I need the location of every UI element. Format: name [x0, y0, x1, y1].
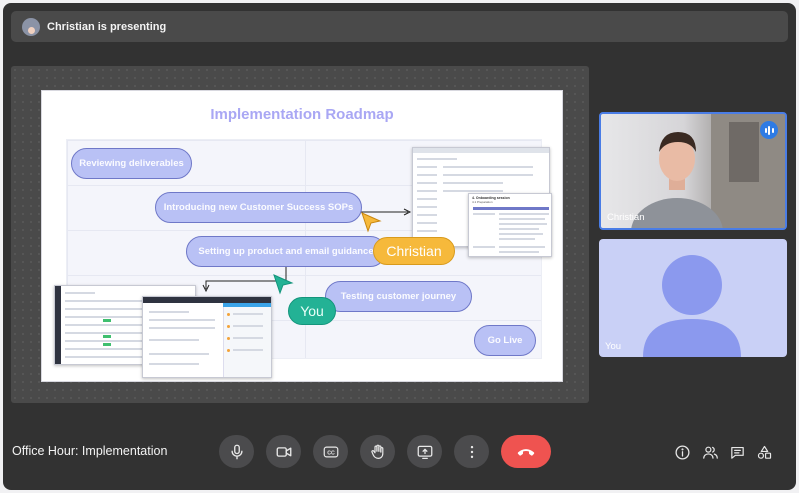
step-product-email-guidance: Setting up product and email guidance: [186, 236, 386, 267]
activities-button[interactable]: [755, 443, 773, 461]
christian-cursor-icon: [361, 212, 382, 233]
info-icon: [674, 444, 690, 460]
people-icon: [702, 446, 718, 459]
step-reviewing-deliverables: Reviewing deliverables: [71, 148, 192, 179]
participant-name: Christian: [607, 212, 645, 223]
more-options-button[interactable]: [454, 435, 489, 468]
you-cursor-label: You: [288, 297, 336, 325]
share-screen-button[interactable]: [407, 435, 442, 468]
meeting-title: Office Hour: Implementation: [12, 444, 168, 458]
shared-screen: Implementation Roadmap 4. Onboarding ses…: [11, 66, 589, 403]
you-cursor-icon: [273, 274, 294, 295]
share-screen-icon: [417, 445, 432, 459]
speaking-indicator-icon: [760, 121, 778, 139]
participant-tile-christian[interactable]: Christian: [599, 112, 787, 230]
chat-icon: [730, 446, 744, 459]
hand-icon: [370, 444, 383, 459]
participant-name: You: [605, 341, 622, 352]
shapes-icon: [757, 445, 771, 459]
captions-icon: CC: [323, 446, 338, 457]
hang-up-icon: [517, 448, 535, 456]
step-go-live: Go Live: [474, 325, 536, 356]
christian-cursor-label: Christian: [373, 237, 455, 265]
presenter-avatar: [22, 17, 40, 36]
participants-button[interactable]: [701, 443, 719, 461]
step-customer-success-sops: Introducing new Customer Success SOPs: [155, 192, 362, 223]
presenting-banner: Christian is presenting: [11, 11, 788, 42]
app-sequence-screenshot: [142, 296, 272, 378]
meeting-window: Christian is presenting Implementation R…: [3, 3, 796, 490]
doc-subheading: 4.1 Preparation: [472, 200, 493, 204]
captions-button[interactable]: CC: [313, 435, 348, 468]
camera-button[interactable]: [266, 435, 301, 468]
raise-hand-button[interactable]: [360, 435, 395, 468]
chat-button[interactable]: [728, 443, 746, 461]
microphone-icon: [230, 444, 243, 459]
svg-text:CC: CC: [327, 450, 335, 456]
avatar-placeholder-icon: [643, 255, 741, 357]
christian-video: [631, 114, 785, 228]
leave-call-button[interactable]: [501, 435, 551, 468]
step-testing-customer-journey: Testing customer journey: [325, 281, 472, 312]
more-vertical-icon: [470, 445, 473, 458]
slide-title: Implementation Roadmap: [210, 106, 394, 123]
microphone-button[interactable]: [219, 435, 254, 468]
camera-icon: [276, 446, 291, 457]
presenting-text: Christian is presenting: [47, 20, 167, 33]
info-button[interactable]: [673, 443, 691, 461]
onboarding-doc-screenshot: 4. Onboarding session 4.1 Preparation: [468, 193, 552, 257]
presentation-slide: Implementation Roadmap 4. Onboarding ses…: [41, 90, 563, 382]
participant-tile-you[interactable]: You: [599, 239, 787, 357]
